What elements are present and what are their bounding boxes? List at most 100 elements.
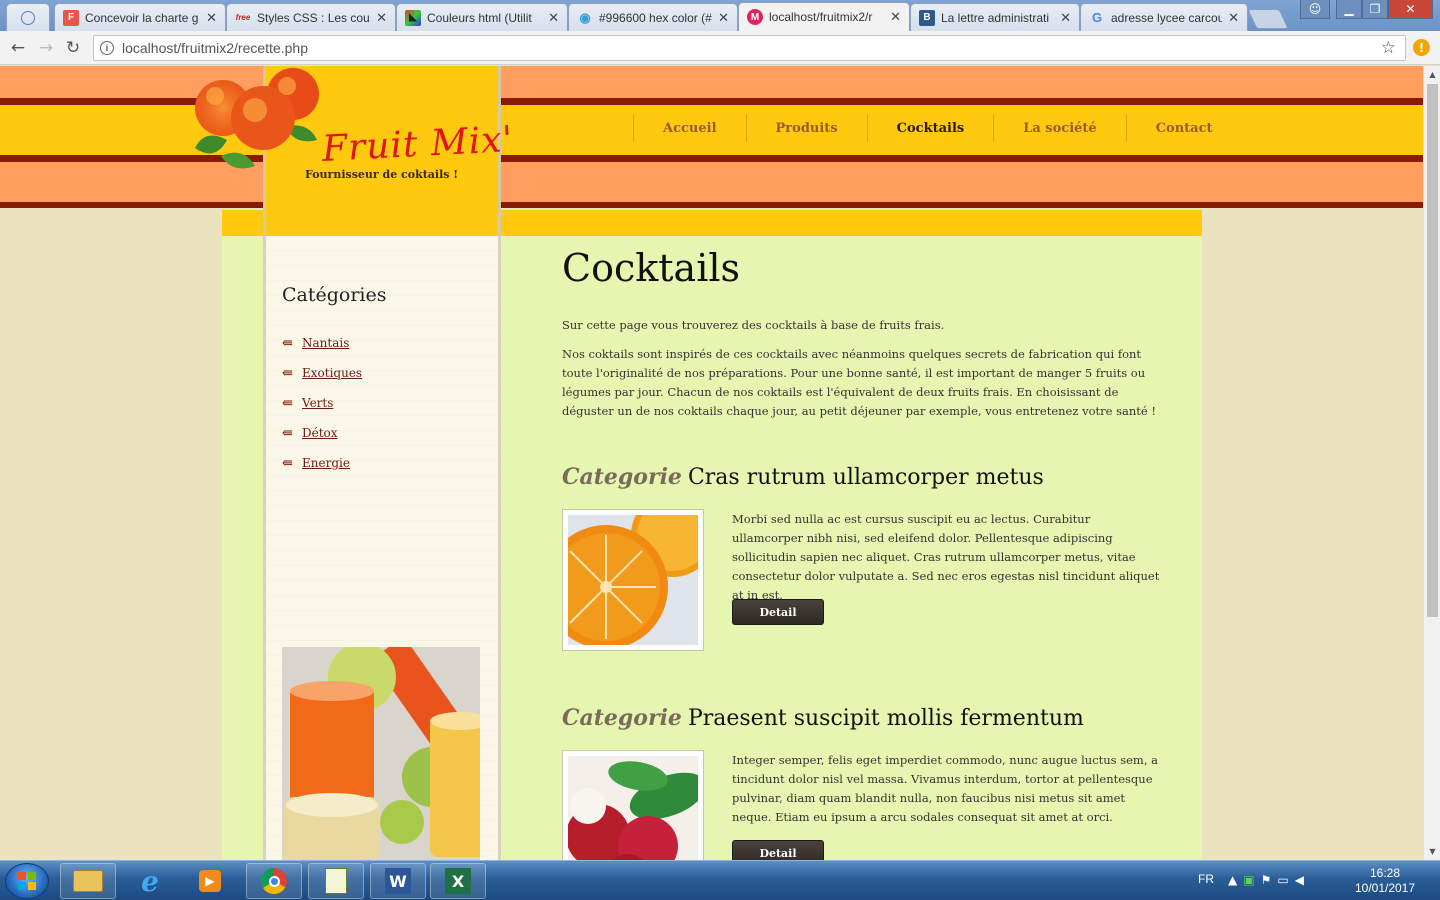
categories-heading: Catégories [282, 284, 387, 306]
category-link-energie[interactable]: Energie [302, 456, 350, 470]
nav-la-societe[interactable]: La société [993, 114, 1125, 142]
bookmark-star-icon[interactable]: ☆ [1381, 38, 1396, 58]
browser-tab-3[interactable]: ◣ Couleurs html (Utilit ✕ [396, 3, 568, 31]
scrollbar-thumb[interactable] [1427, 84, 1438, 617]
detail-button[interactable]: Detail [732, 599, 824, 625]
section-heading: Categorie Praesent suscipit mollis fermen… [562, 705, 1084, 731]
juice-glasses-image [282, 647, 480, 860]
taskbar-editor[interactable] [308, 863, 364, 899]
section-category-word: Categorie [562, 705, 682, 731]
arrow-left-icon: ⇚ [282, 455, 293, 471]
new-tab-button[interactable] [1247, 9, 1289, 29]
taskbar-media-player[interactable]: ▶ [182, 863, 238, 899]
page-viewport: Fruit Mix' Fournisseur de coktails ! Acc… [0, 66, 1423, 860]
close-window-icon[interactable]: ✕ [1388, 0, 1433, 19]
nav-accueil[interactable]: Accueil [633, 114, 746, 142]
tab-favicon-icon: G [1091, 10, 1103, 25]
section-description: Integer semper, felis eget imperdiet com… [732, 753, 1159, 824]
back-arrow-icon[interactable]: ← [8, 38, 28, 58]
language-indicator[interactable]: FR [1198, 872, 1214, 886]
address-bar[interactable]: i localhost/fruitmix2/recette.php ☆ [93, 35, 1406, 61]
close-tab-icon[interactable]: ✕ [1060, 10, 1071, 26]
browser-tab-7[interactable]: G adresse lycee carcou ✕ [1080, 3, 1248, 31]
user-icon[interactable]: ☺ [1300, 0, 1330, 19]
scroll-up-icon[interactable]: ▲ [1424, 66, 1440, 83]
info-icon[interactable]: i [100, 41, 114, 55]
alert-icon[interactable]: ! [1413, 39, 1430, 56]
monitor-icon[interactable]: ▭ [1277, 873, 1288, 887]
browser-toolbar: ← → ↻ i localhost/fruitmix2/recette.php … [0, 31, 1440, 65]
show-hidden-icons-icon[interactable]: ▲ [1228, 873, 1237, 887]
category-link-nantais[interactable]: Nantais [302, 336, 349, 350]
tab-title: Concevoir la charte g [85, 10, 199, 25]
tab-title: localhost/fruitmix2/r [769, 10, 873, 24]
arrow-left-icon: ⇚ [282, 365, 293, 381]
network-icon[interactable]: ▣ [1243, 873, 1254, 887]
category-link-exotiques[interactable]: Exotiques [302, 366, 362, 380]
list-item: ⇚ Energie [282, 448, 362, 478]
tab-history[interactable] [6, 3, 50, 31]
clock-date: 10/01/2017 [1354, 881, 1416, 895]
chrome-icon [261, 868, 287, 894]
close-tab-icon[interactable]: ✕ [206, 10, 217, 26]
close-tab-icon[interactable]: ✕ [890, 9, 901, 25]
notepad-icon [325, 868, 347, 894]
browser-tab-1[interactable]: F Concevoir la charte g ✕ [54, 3, 226, 31]
browser-tab-5-active[interactable]: M localhost/fruitmix2/r ✕ [738, 2, 910, 31]
nav-contact[interactable]: Contact [1125, 114, 1242, 142]
tab-favicon-icon: F [63, 9, 79, 26]
reload-icon[interactable]: ↻ [63, 38, 83, 58]
tab-title: La lettre administrati [941, 10, 1050, 25]
browser-tab-6[interactable]: B La lettre administrati ✕ [910, 3, 1080, 31]
media-player-icon: ▶ [199, 870, 221, 892]
header-stripe [0, 202, 1423, 208]
taskbar-internet-explorer[interactable]: e [122, 863, 178, 899]
tab-title: Styles CSS : Les coul [257, 10, 371, 25]
browser-tab-2[interactable]: free Styles CSS : Les coul ✕ [226, 3, 396, 31]
peaches-logo-icon [195, 68, 319, 169]
action-center-icon[interactable]: ⚑ [1261, 873, 1272, 887]
forward-arrow-icon[interactable]: → [36, 38, 56, 58]
nav-cocktails[interactable]: Cocktails [866, 114, 994, 142]
category-link-detox[interactable]: Détox [302, 426, 338, 440]
taskbar-excel[interactable]: X [430, 863, 486, 899]
windows-logo-icon [18, 872, 36, 890]
scroll-down-icon[interactable]: ▼ [1424, 843, 1440, 860]
browser-tab-4[interactable]: ◉ #996600 hex color (# ✕ [568, 3, 738, 31]
window-controls: ☺ [1300, 0, 1330, 19]
start-button[interactable] [5, 863, 49, 899]
word-icon: W [385, 868, 411, 894]
section-category-word: Categorie [562, 464, 682, 490]
tab-title: adresse lycee carcou [1111, 10, 1223, 25]
tab-favicon-icon: B [919, 9, 935, 26]
nav-produits[interactable]: Produits [745, 114, 867, 142]
intro-paragraph: Sur cette page vous trouverez des cockta… [562, 318, 945, 332]
list-item: ⇚ Nantais [282, 328, 362, 358]
tab-favicon-icon: ◉ [579, 9, 591, 25]
taskbar-explorer[interactable] [60, 863, 116, 899]
volume-icon[interactable]: ◀ [1295, 873, 1304, 887]
category-list: ⇚ Nantais ⇚ Exotiques ⇚ Verts ⇚ Détox ⇚ Energ… [282, 328, 362, 478]
tab-title: #996600 hex color (# [599, 10, 712, 25]
close-tab-icon[interactable]: ✕ [376, 10, 387, 26]
minimize-icon[interactable]: ▁ [1336, 0, 1362, 19]
folder-icon [73, 870, 103, 892]
close-tab-icon[interactable]: ✕ [548, 10, 559, 26]
section-title-text: Praesent suscipit mollis fermentum [687, 706, 1084, 731]
taskbar-chrome[interactable] [246, 863, 302, 899]
list-item: ⇚ Verts [282, 388, 362, 418]
taskbar-clock[interactable]: 16:28 10/01/2017 [1350, 866, 1420, 896]
category-link-verts[interactable]: Verts [302, 396, 333, 410]
arrow-left-icon: ⇚ [282, 335, 293, 351]
main-nav: Accueil Produits Cocktails La société Co… [633, 114, 1242, 142]
page-scrollbar[interactable]: ▲ ▼ [1423, 66, 1440, 860]
page-title: Cocktails [562, 246, 740, 290]
section-heading: Categorie Cras rutrum ullamcorper metus [562, 464, 1044, 490]
taskbar-word[interactable]: W [370, 863, 426, 899]
maximize-icon[interactable]: ❐ [1362, 0, 1388, 19]
list-item: ⇚ Exotiques [282, 358, 362, 388]
close-tab-icon[interactable]: ✕ [718, 10, 729, 26]
close-tab-icon[interactable]: ✕ [1228, 10, 1239, 26]
internet-explorer-icon: e [141, 864, 159, 898]
detail-button[interactable]: Detail [732, 840, 824, 860]
